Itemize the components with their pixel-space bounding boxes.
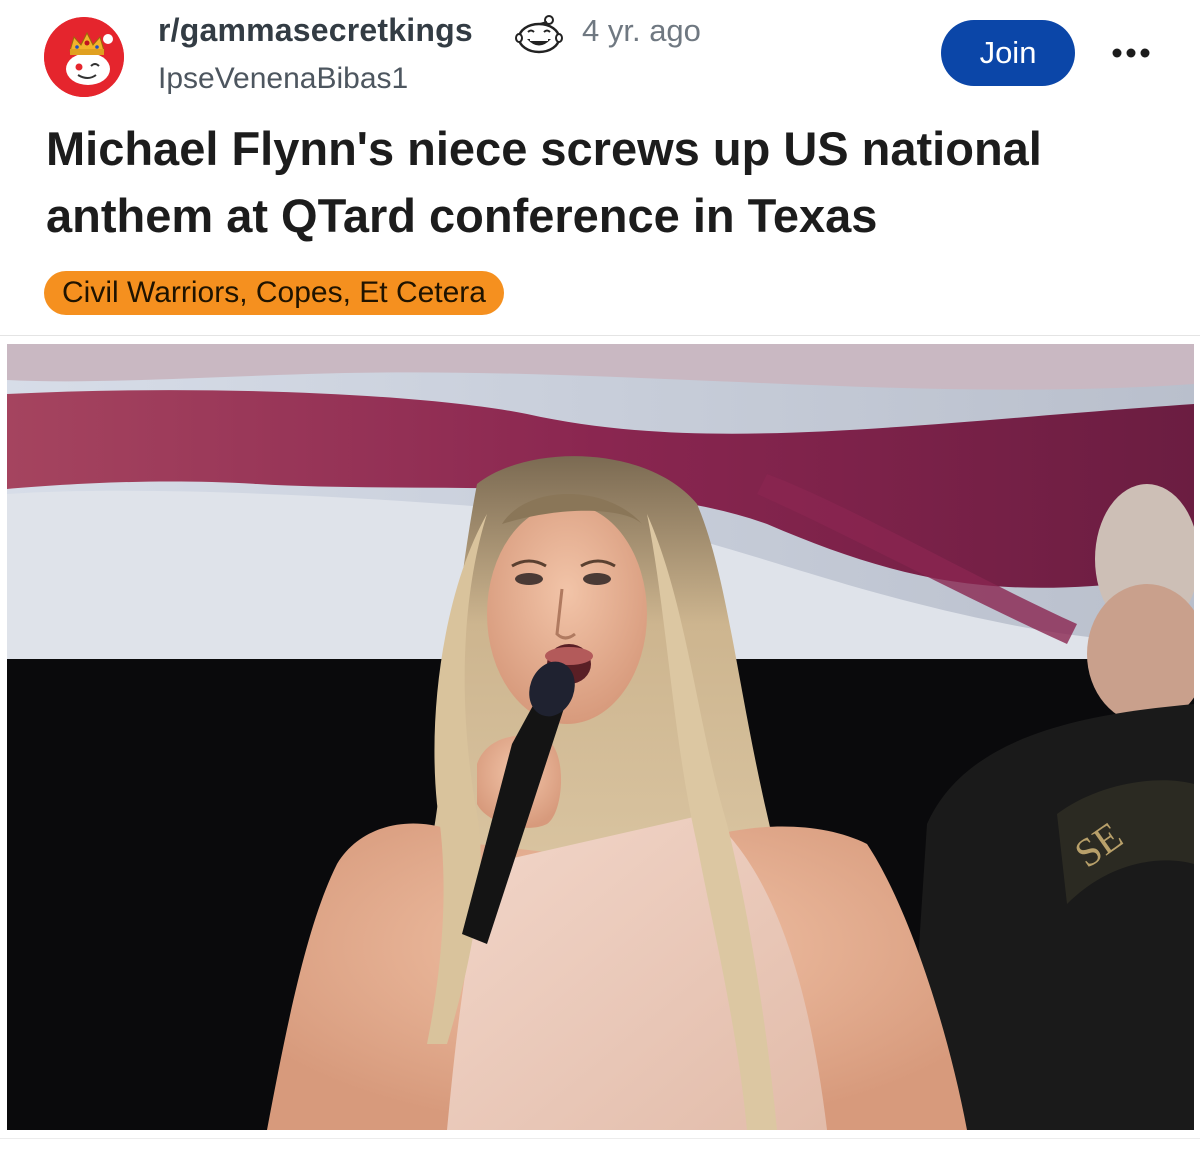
join-button[interactable]: Join — [941, 20, 1075, 86]
ellipsis-icon[interactable] — [1111, 46, 1151, 58]
post-title[interactable]: Michael Flynn's niece screws up US natio… — [46, 115, 1166, 249]
divider — [0, 1138, 1200, 1139]
divider — [0, 335, 1200, 336]
author-username[interactable]: IpseVenenaBibas1 — [158, 62, 408, 96]
post-flair[interactable]: Civil Warriors, Copes, Et Cetera — [44, 271, 504, 315]
post-image[interactable]: SE — [7, 344, 1194, 1130]
subreddit-name[interactable]: r/gammasecretkings — [158, 12, 473, 49]
post-timestamp: 4 yr. ago — [582, 13, 701, 48]
subreddit-avatar-icon[interactable] — [44, 17, 124, 97]
laughing-snoo-icon — [514, 14, 564, 54]
reddit-post: r/gammasecretkings 4 yr. ago IpseVenenaB… — [0, 0, 1200, 1155]
